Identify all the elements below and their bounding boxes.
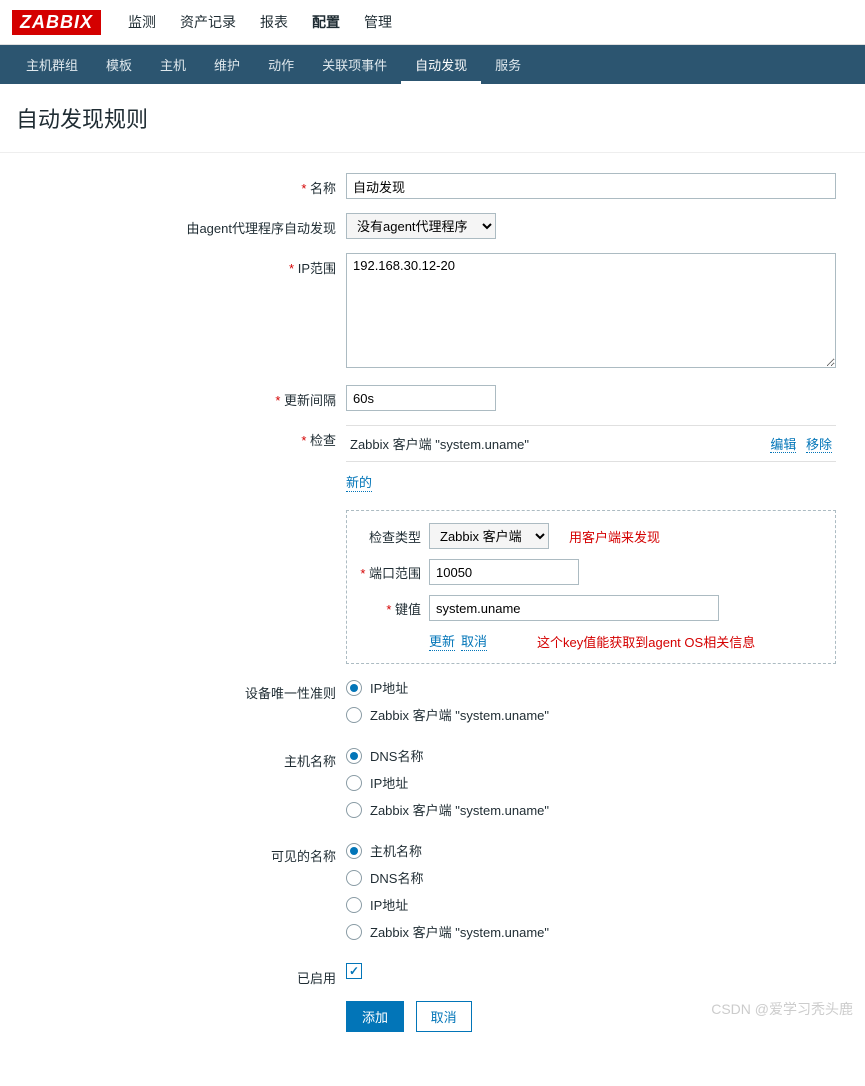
radio-hn-agent-label: Zabbix 客户端 "system.uname"	[370, 800, 549, 819]
subnav-hostgroups[interactable]: 主机群组	[12, 45, 92, 84]
subnav-correlation[interactable]: 关联项事件	[308, 45, 401, 84]
label-name: 名称	[16, 173, 346, 197]
label-port-range: 端口范围	[359, 563, 429, 582]
radio-hn-ip-label: IP地址	[370, 773, 408, 792]
name-input[interactable]	[346, 173, 836, 199]
cancel-link[interactable]: 取消	[461, 631, 487, 651]
label-check-type: 检查类型	[359, 527, 429, 546]
interval-input[interactable]	[346, 385, 496, 411]
label-uniqueness: 设备唯一性准则	[16, 678, 346, 702]
radio-vn-host[interactable]	[346, 843, 362, 859]
hostname-group: DNS名称 IP地址 Zabbix 客户端 "system.uname"	[346, 746, 849, 827]
logo: ZABBIX	[12, 10, 101, 35]
top-bar: ZABBIX 监测 资产记录 报表 配置 管理	[0, 0, 865, 45]
proxy-select[interactable]: 没有agent代理程序	[346, 213, 496, 239]
check-type-select[interactable]: Zabbix 客户端	[429, 523, 549, 549]
check-item-text: Zabbix 客户端 "system.uname"	[350, 434, 529, 453]
radio-vn-dns[interactable]	[346, 870, 362, 886]
label-key: 键值	[359, 599, 429, 618]
cancel-button[interactable]: 取消	[416, 1001, 472, 1032]
remove-link[interactable]: 移除	[806, 437, 832, 453]
label-interval: 更新间隔	[16, 385, 346, 409]
radio-uniq-ip-label: IP地址	[370, 678, 408, 697]
label-host-name: 主机名称	[16, 746, 346, 770]
ip-range-input[interactable]: 192.168.30.12-20	[346, 253, 836, 368]
radio-vn-ip-label: IP地址	[370, 895, 408, 914]
key-input[interactable]	[429, 595, 719, 621]
label-enabled: 已启用	[16, 963, 346, 987]
watermark: CSDN @爱学习秃头鹿	[711, 999, 853, 1019]
form-content: 名称 由agent代理程序自动发现 没有agent代理程序 IP范围 192.1…	[0, 152, 865, 1086]
radio-uniq-agent[interactable]	[346, 707, 362, 723]
radio-vn-agent-label: Zabbix 客户端 "system.uname"	[370, 922, 549, 941]
subnav-maintenance[interactable]: 维护	[200, 45, 254, 84]
radio-hn-ip[interactable]	[346, 775, 362, 791]
label-checks: 检查	[16, 425, 346, 449]
radio-hn-agent[interactable]	[346, 802, 362, 818]
radio-vn-agent[interactable]	[346, 924, 362, 940]
visiblename-group: 主机名称 DNS名称 IP地址 Zabbix 客户端 "system.uname…	[346, 841, 849, 949]
sub-nav: 主机群组 模板 主机 维护 动作 关联项事件 自动发现 服务	[0, 45, 865, 84]
enabled-checkbox[interactable]	[346, 963, 362, 979]
edit-link[interactable]: 编辑	[770, 437, 796, 453]
radio-uniq-agent-label: Zabbix 客户端 "system.uname"	[370, 705, 549, 724]
radio-hn-dns[interactable]	[346, 748, 362, 764]
subnav-hosts[interactable]: 主机	[146, 45, 200, 84]
new-link[interactable]: 新的	[346, 472, 372, 492]
port-range-input[interactable]	[429, 559, 579, 585]
topnav-config[interactable]: 配置	[300, 8, 352, 36]
radio-vn-host-label: 主机名称	[370, 841, 422, 860]
label-ip-range: IP范围	[16, 253, 346, 277]
check-edit-box: 检查类型 Zabbix 客户端 用客户端来发现 端口范围 键值 更新	[346, 510, 836, 664]
radio-hn-dns-label: DNS名称	[370, 746, 423, 765]
topnav-inventory[interactable]: 资产记录	[168, 8, 248, 36]
page-title: 自动发现规则	[0, 84, 865, 152]
check-item-row: Zabbix 客户端 "system.uname" 编辑 移除	[346, 425, 836, 462]
add-button[interactable]: 添加	[346, 1001, 404, 1032]
topnav-monitor[interactable]: 监测	[116, 8, 168, 36]
topnav-reports[interactable]: 报表	[248, 8, 300, 36]
note-check-type: 用客户端来发现	[569, 527, 660, 546]
label-visible-name: 可见的名称	[16, 841, 346, 865]
subnav-services[interactable]: 服务	[481, 45, 535, 84]
uniqueness-group: IP地址 Zabbix 客户端 "system.uname"	[346, 678, 849, 732]
subnav-discovery[interactable]: 自动发现	[401, 45, 481, 84]
subnav-templates[interactable]: 模板	[92, 45, 146, 84]
radio-uniq-ip[interactable]	[346, 680, 362, 696]
radio-vn-ip[interactable]	[346, 897, 362, 913]
note-key: 这个key值能获取到agent OS相关信息	[537, 632, 755, 651]
radio-vn-dns-label: DNS名称	[370, 868, 423, 887]
top-nav: 监测 资产记录 报表 配置 管理	[116, 8, 404, 36]
label-proxy: 由agent代理程序自动发现	[16, 213, 346, 237]
update-link[interactable]: 更新	[429, 631, 455, 651]
subnav-actions[interactable]: 动作	[254, 45, 308, 84]
topnav-admin[interactable]: 管理	[352, 8, 404, 36]
